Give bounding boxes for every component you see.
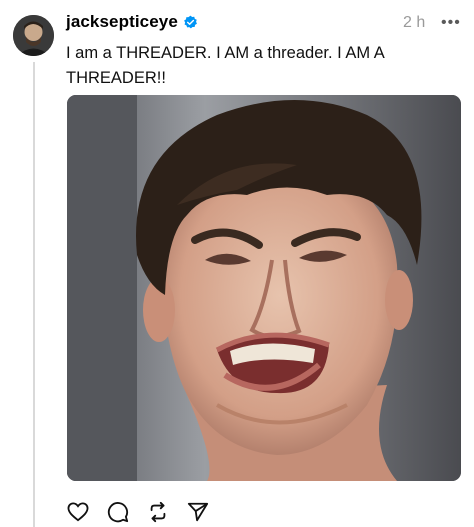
action-bar — [66, 500, 226, 524]
heart-icon[interactable] — [66, 500, 90, 524]
repost-icon[interactable] — [146, 500, 170, 524]
more-options-icon[interactable]: ••• — [441, 14, 461, 32]
username[interactable]: jacksepticeye — [66, 12, 178, 32]
photo-of-grimacing-man — [67, 95, 461, 481]
timestamp: 2 h — [403, 14, 426, 31]
author-row: jacksepticeye — [66, 12, 198, 32]
post-image[interactable] — [67, 95, 461, 481]
comment-icon[interactable] — [106, 500, 130, 524]
send-icon[interactable] — [186, 500, 210, 524]
avatar[interactable] — [13, 15, 54, 56]
post-text: I am a THREADER. I AM a threader. I AM A… — [66, 44, 384, 87]
user-avatar-photo — [13, 15, 54, 56]
verified-badge-icon — [183, 15, 198, 30]
thread-line — [33, 62, 35, 527]
